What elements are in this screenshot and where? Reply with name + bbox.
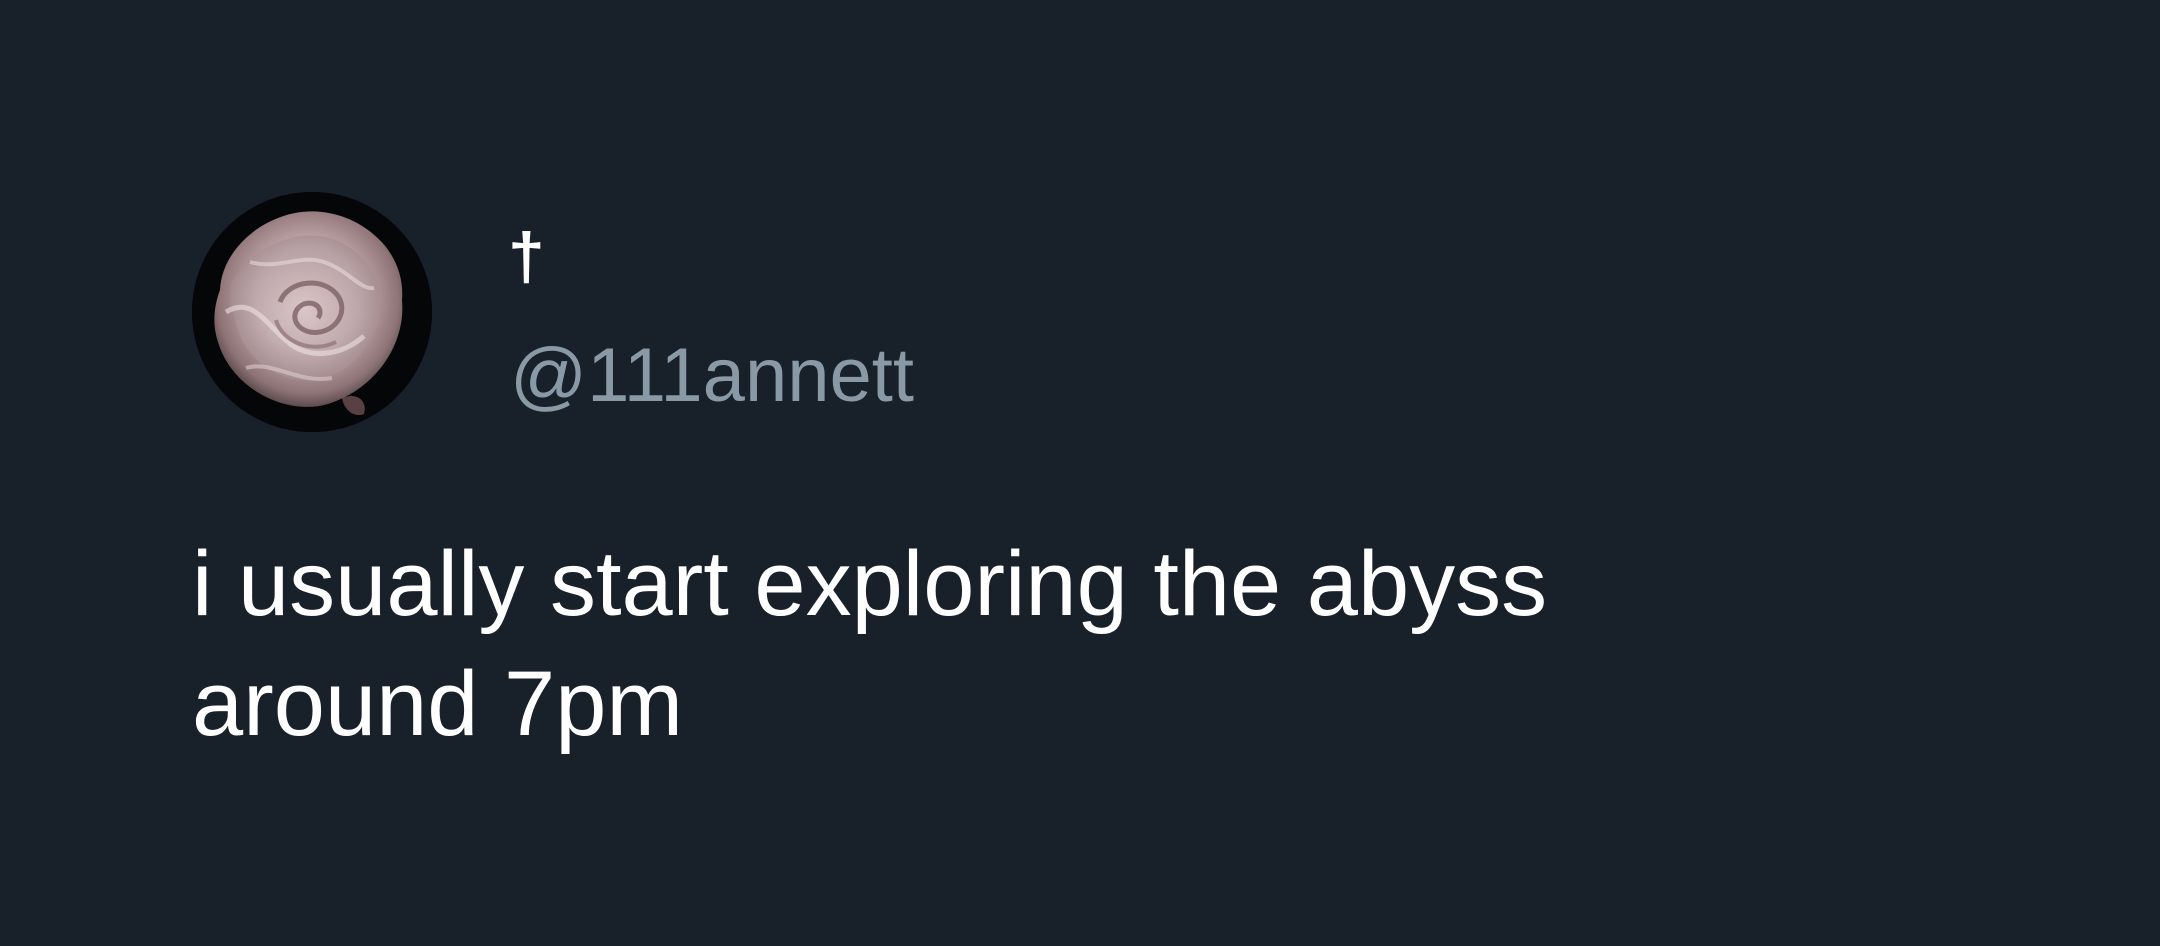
display-name[interactable]: † [508, 216, 545, 296]
tweet-text: i usually start exploring the abyss arou… [192, 524, 2092, 764]
tweet-card: † @111annett i usually start exploring t… [0, 0, 2160, 946]
avatar[interactable] [192, 192, 432, 432]
rose-photo-icon [192, 192, 432, 432]
tweet-text-line: around 7pm [192, 653, 683, 755]
tweet-text-line: i usually start exploring the abyss [192, 533, 1548, 635]
user-handle[interactable]: @111annett [510, 332, 914, 420]
